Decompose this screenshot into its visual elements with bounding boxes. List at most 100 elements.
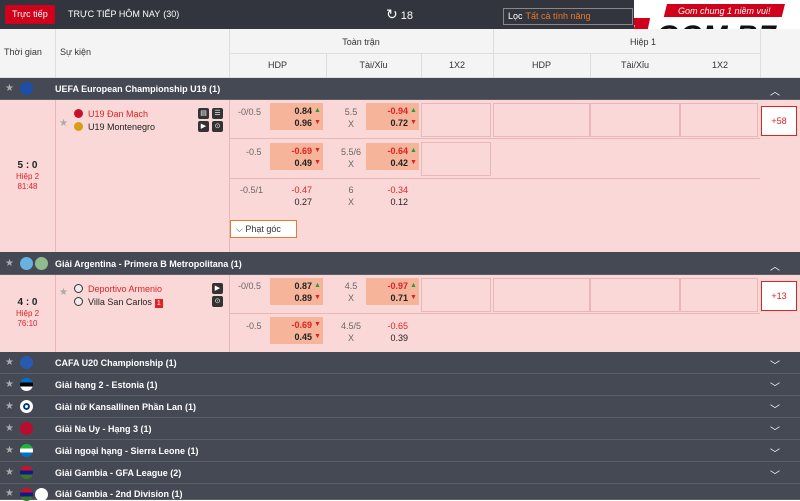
chevron-down-icon[interactable]: ﹀ (770, 401, 780, 416)
away-team[interactable]: Villa San Carlos 1 (88, 297, 163, 308)
league-row-argentina[interactable]: ★ Giải Argentina - Primera B Metropolita… (0, 252, 800, 275)
chevron-down-icon[interactable]: ﹀ (770, 423, 780, 438)
favorite-star-icon[interactable]: ★ (5, 379, 14, 390)
odds-up-icon: ▲ (410, 282, 417, 289)
corner-kick-toggle[interactable]: ⌵ Phạt góc (230, 220, 297, 238)
score-icon[interactable]: ⊙ (212, 296, 223, 307)
league-row-estonia[interactable]: ★ Giải hạng 2 - Estonia (1) ﹀ (0, 374, 800, 396)
live-tracker-icon[interactable]: ▶ (212, 283, 223, 294)
odds-half-1x2-cell[interactable] (680, 103, 758, 137)
odds-half-ou-cell[interactable] (590, 278, 680, 312)
league-row-finland-women[interactable]: ★ Giải nữ Kansallinen Phần Lan (1) ﹀ (0, 396, 800, 418)
favorite-star-icon[interactable]: ★ (5, 357, 14, 368)
ou-over-odds[interactable]: -0.34 (376, 185, 408, 195)
more-markets-button[interactable]: +13 (761, 281, 797, 311)
refresh-button[interactable]: ↻ 18 (386, 0, 413, 31)
match-score: 5 : 0 (17, 160, 38, 171)
odds-1x2-cell[interactable] (421, 278, 491, 312)
hdp-line: -0/0.5 (238, 107, 262, 117)
league-row-gambia-gfa[interactable]: ★ Giải Gambia - GFA League (2) ﹀ (0, 462, 800, 484)
league-row-norway-div3[interactable]: ★ Giải Na Uy - Hạng 3 (1) ﹀ (0, 418, 800, 440)
country-flag-icon (20, 422, 33, 435)
lineup-icon[interactable]: ☰ (212, 108, 223, 119)
league-logo-icon (35, 488, 48, 501)
odds-half-ou-cell[interactable] (590, 103, 680, 137)
favorite-star-icon[interactable]: ★ (5, 83, 14, 94)
hdp-home-odds[interactable]: -0.69 (280, 146, 312, 156)
stats-icon[interactable]: ▤ (198, 108, 209, 119)
country-flag-icon (20, 488, 33, 501)
hdp-home-odds[interactable]: 0.84 (282, 106, 312, 116)
league-row-uefa-u19[interactable]: ★ UEFA European Championship U19 (1) ︿ (0, 78, 800, 100)
ou-under-odds[interactable]: 0.42 (376, 158, 408, 168)
table-header: Thời gian Sự kiện Toàn trận Hiệp 1 HDP T… (0, 29, 800, 78)
favorite-star-icon[interactable]: ★ (5, 445, 14, 456)
chevron-down-icon[interactable]: ﹀ (770, 467, 780, 482)
league-name: CAFA U20 Championship (1) (55, 358, 177, 368)
favorite-star-icon[interactable]: ★ (5, 488, 14, 499)
favorite-star-icon[interactable]: ★ (5, 467, 14, 478)
hdp-away-odds[interactable]: 0.27 (280, 197, 312, 207)
league-row-sierra-leone[interactable]: ★ Giải ngoại hạng - Sierra Leone (1) ﹀ (0, 440, 800, 462)
favorite-star-icon[interactable]: ★ (5, 401, 14, 412)
odds-half-hdp-cell[interactable] (493, 103, 590, 137)
hdp-away-odds[interactable]: 0.49 (282, 158, 312, 168)
odds-down-icon: ▼ (314, 294, 321, 301)
odds-half-1x2-cell[interactable] (680, 278, 758, 312)
favorite-star-icon[interactable]: ★ (5, 423, 14, 434)
league-name: Giải ngoại hạng - Sierra Leone (1) (55, 446, 199, 456)
country-flag-icon (20, 400, 33, 413)
more-markets-button[interactable]: +58 (761, 106, 797, 136)
hdp-home-odds[interactable]: -0.47 (280, 185, 312, 195)
chevron-down-icon[interactable]: ﹀ (770, 445, 780, 460)
ou-under-odds[interactable]: 0.39 (376, 333, 408, 343)
hdp-home-odds[interactable]: 0.87 (282, 281, 312, 291)
live-tracker-icon[interactable]: ▶ (198, 121, 209, 132)
ou-over-odds[interactable]: -0.97 (376, 281, 408, 291)
odds-half-hdp-cell[interactable] (493, 278, 590, 312)
today-live-tab[interactable]: TRỰC TIẾP HÔM NAY (30) (68, 0, 179, 29)
country-flag-icon (20, 466, 33, 479)
ou-under-odds[interactable]: 0.12 (376, 197, 408, 207)
filter-label: Lọc (508, 11, 523, 21)
home-team[interactable]: U19 Đan Mạch (88, 109, 148, 119)
header-hdp-half: HDP (531, 60, 551, 70)
hdp-away-odds[interactable]: 0.89 (282, 293, 312, 303)
header-fulltime: Toàn trận (342, 37, 380, 47)
ou-under-label: X (347, 293, 354, 303)
home-team[interactable]: Deportivo Armenio (88, 284, 162, 294)
live-tab-button[interactable]: Trực tiếp (5, 5, 55, 24)
hdp-away-odds[interactable]: 0.45 (282, 332, 312, 342)
league-row-gambia-2nd[interactable]: ★ Giải Gambia - 2nd Division (1) (0, 484, 800, 501)
today-count: (30) (163, 9, 180, 19)
chevron-up-icon[interactable]: ︿ (770, 258, 780, 273)
team-flag-icon (74, 122, 83, 131)
odds-1x2-cell[interactable] (421, 103, 491, 137)
ou-under-odds[interactable]: 0.72 (376, 118, 408, 128)
chevron-down-icon[interactable]: ﹀ (770, 357, 780, 372)
league-name: Giải Argentina - Primera B Metropolitana… (55, 259, 242, 269)
odds-down-icon: ▼ (314, 147, 321, 154)
match-row-1: 5 : 0 Hiệp 2 81:48 ★ U19 Đan Mạch U19 Mo… (0, 100, 800, 252)
ou-over-odds[interactable]: -0.64 (376, 146, 408, 156)
ou-over-odds[interactable]: -0.94 (376, 106, 408, 116)
match-minute: 76:10 (17, 319, 38, 328)
odds-down-icon: ▼ (314, 119, 321, 126)
ou-under-odds[interactable]: 0.71 (376, 293, 408, 303)
score-icon[interactable]: ⊙ (212, 121, 223, 132)
chevron-down-icon[interactable]: ﹀ (770, 379, 780, 394)
ou-over-odds[interactable]: -0.65 (376, 321, 408, 331)
favorite-star-icon[interactable]: ★ (59, 287, 68, 298)
header-hdp: HDP (267, 60, 287, 70)
odds-1x2-cell[interactable] (421, 142, 491, 176)
league-row-cafa-u20[interactable]: ★ CAFA U20 Championship (1) ﹀ (0, 352, 800, 374)
hdp-home-odds[interactable]: -0.69 (280, 320, 312, 330)
red-card-badge: 1 (154, 299, 163, 308)
away-team[interactable]: U19 Montenegro (88, 122, 155, 132)
favorite-star-icon[interactable]: ★ (5, 258, 14, 269)
chevron-up-icon[interactable]: ︿ (770, 83, 780, 98)
hdp-away-odds[interactable]: 0.96 (282, 118, 312, 128)
filter-select[interactable]: Lọc Tất cả tính năng (503, 8, 633, 25)
favorite-star-icon[interactable]: ★ (59, 118, 68, 129)
corner-label: Phạt góc (245, 224, 281, 234)
